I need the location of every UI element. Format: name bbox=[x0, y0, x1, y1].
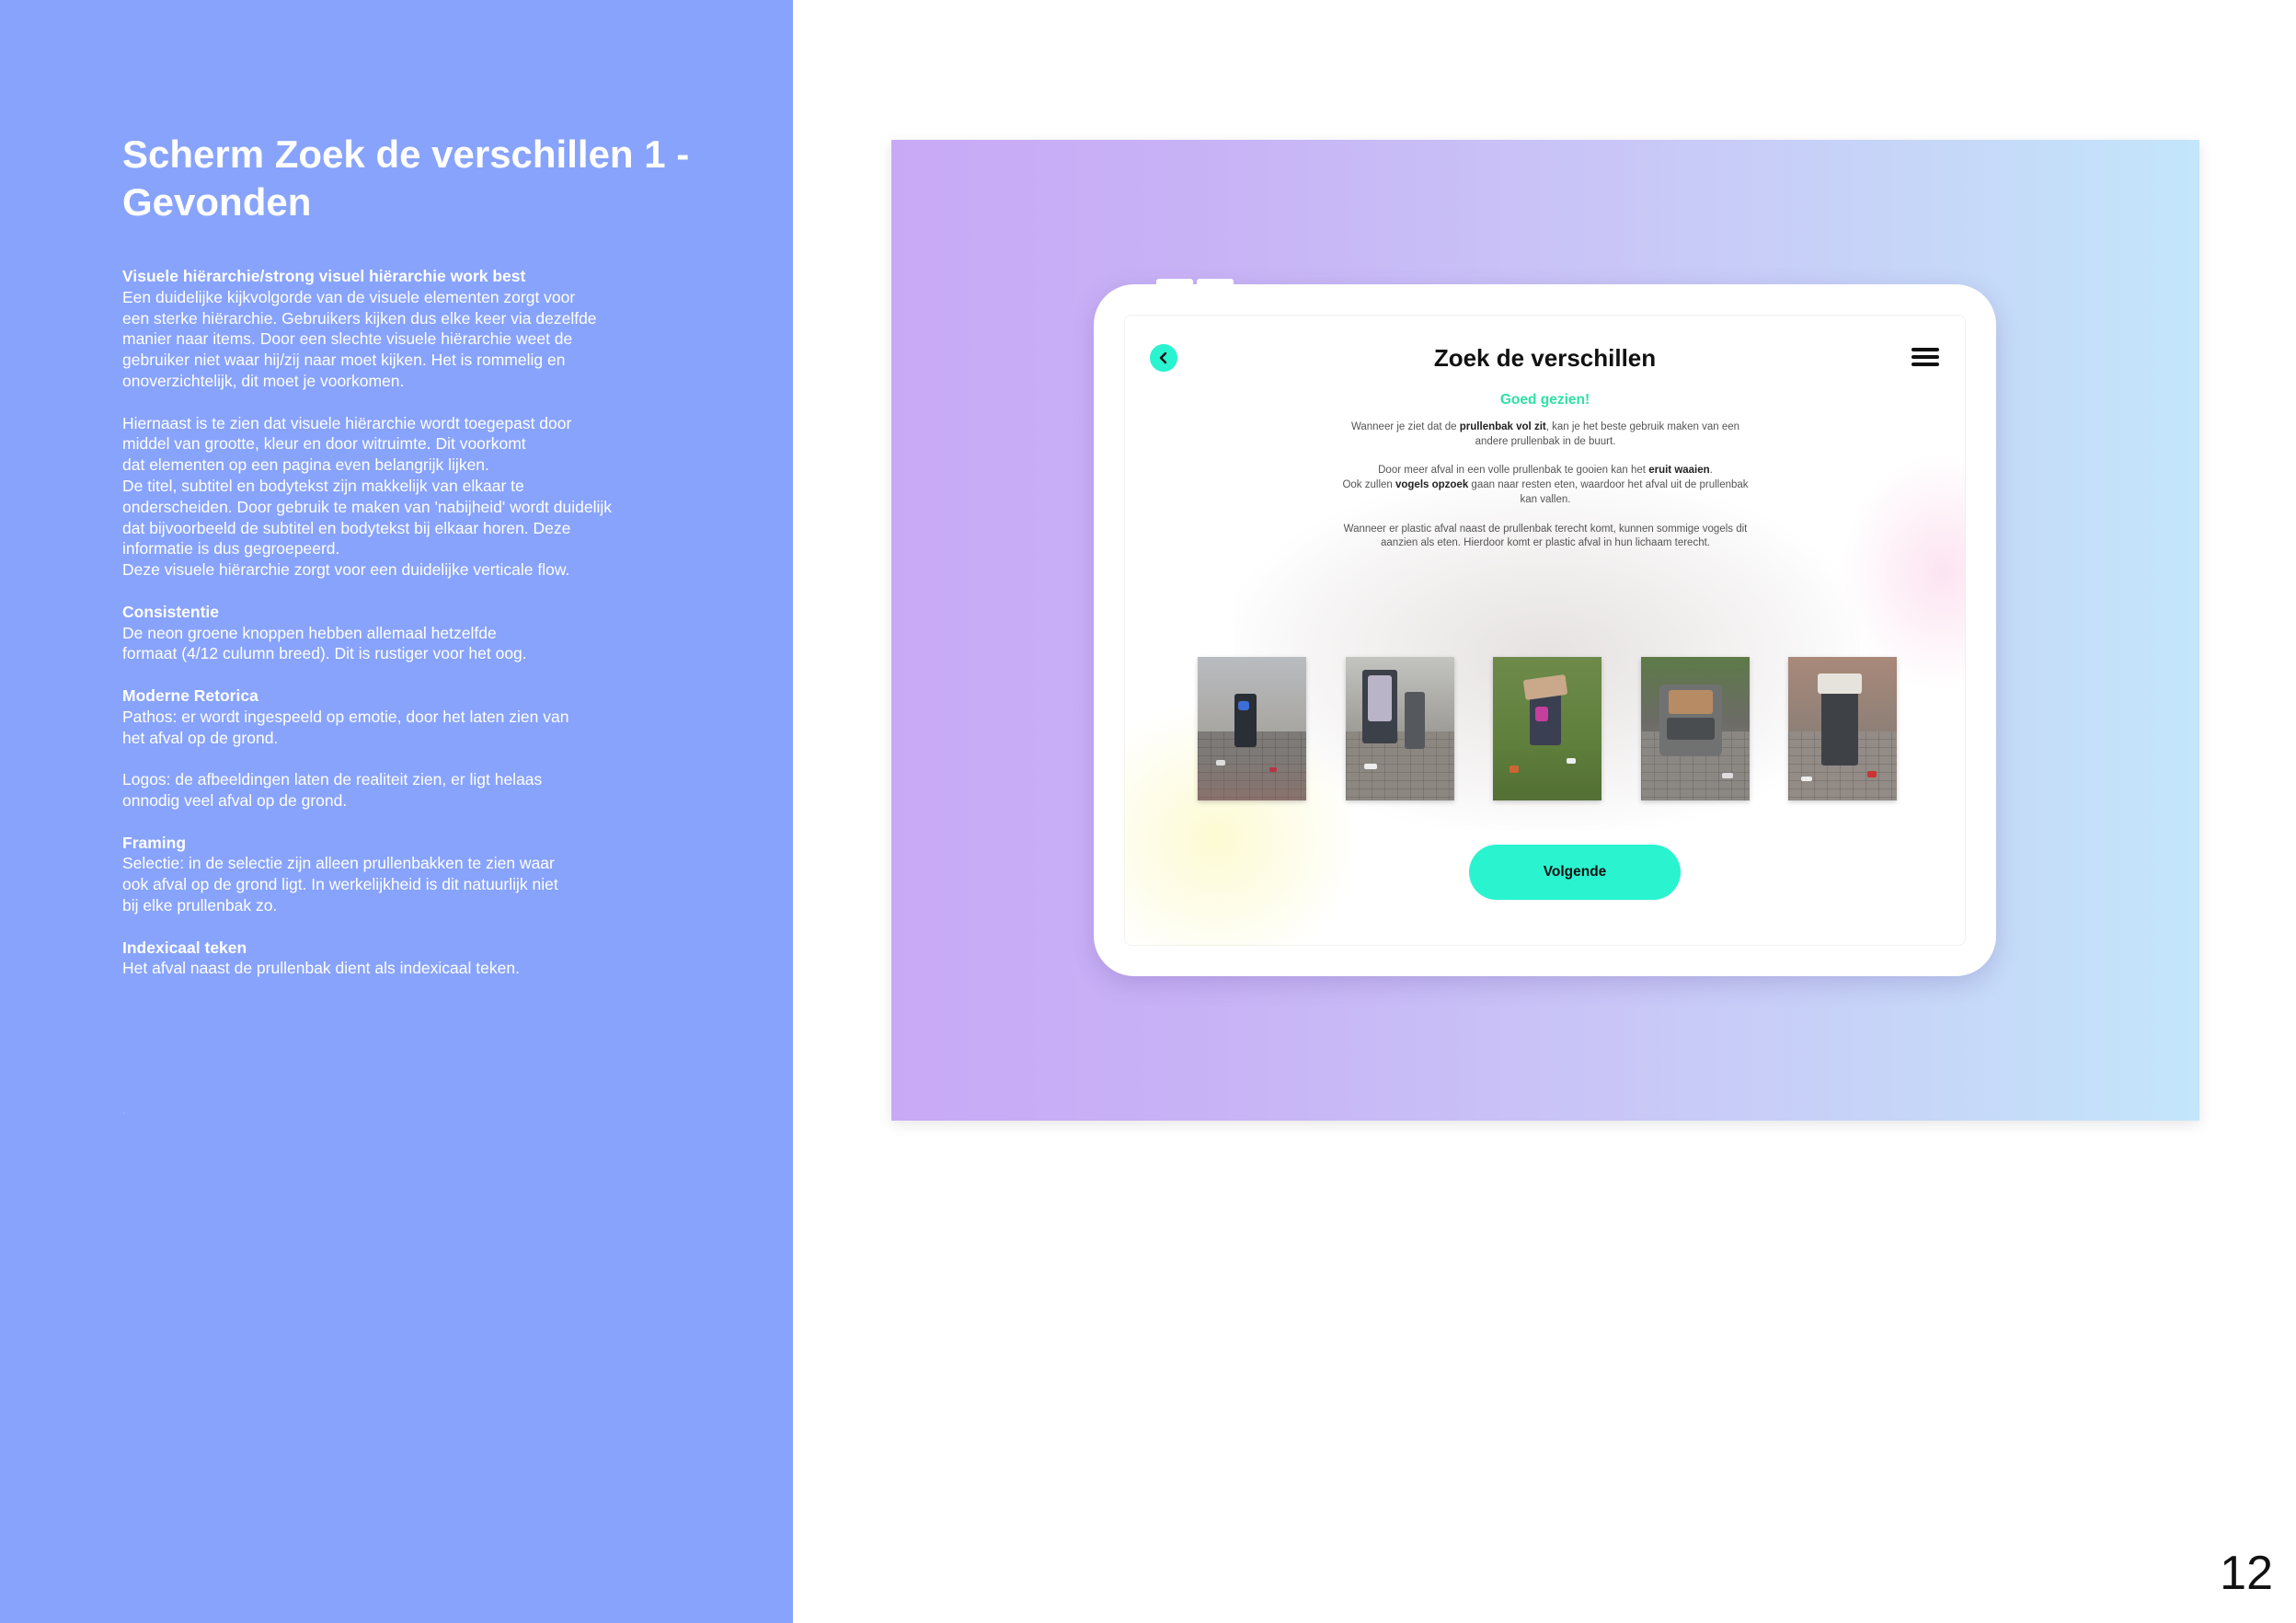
section-hierarchy-explanation: Hiernaast is te zien dat visuele hiërarc… bbox=[122, 413, 711, 581]
next-button[interactable]: Volgende bbox=[1469, 845, 1681, 900]
section-rhetoric-pathos: Moderne Retorica Pathos: er wordt ingesp… bbox=[122, 685, 711, 748]
section-heading: Framing bbox=[122, 833, 187, 852]
section-body: Het afval naast de prullenbak dient als … bbox=[122, 959, 520, 978]
tablet-volume-button bbox=[1156, 279, 1193, 284]
mockup-gradient-frame: Zoek de verschillen Goed gezien! Wanneer… bbox=[891, 140, 2199, 1121]
section-heading: Moderne Retorica bbox=[122, 685, 258, 705]
body-paragraph: Wanneer er plastic afval naast de prulle… bbox=[1343, 523, 1748, 549]
photo-bin-square[interactable] bbox=[1198, 657, 1306, 800]
tablet-device: Zoek de verschillen Goed gezien! Wanneer… bbox=[1094, 279, 1996, 976]
screen-title: Zoek de verschillen bbox=[1433, 344, 1657, 372]
photo-bin-grass-overflowing[interactable] bbox=[1493, 657, 1601, 800]
page-title: Scherm Zoek de verschillen 1 - Gevonden bbox=[122, 132, 690, 224]
section-visual-hierarchy: Visuele hiërarchie/strong visuel hiërarc… bbox=[122, 266, 711, 392]
hamburger-menu-icon[interactable] bbox=[1911, 348, 1939, 368]
section-consistency: Consistentie De neon groene knoppen hebb… bbox=[122, 602, 711, 664]
section-indexical-sign: Indexicaal teken Het afval naast de prul… bbox=[122, 938, 711, 980]
section-rhetoric-logos: Logos: de afbeeldingen laten de realitei… bbox=[122, 769, 711, 812]
photo-underground-container[interactable] bbox=[1640, 657, 1750, 800]
section-body: Een duidelijke kijkvolgorde van de visue… bbox=[122, 287, 597, 390]
section-body: Logos: de afbeeldingen laten de realitei… bbox=[122, 770, 543, 810]
section-heading: Visuele hiërarchie/strong visuel hiërarc… bbox=[122, 267, 526, 285]
body-paragraph: Wanneer je ziet dat de prullenbak vol zi… bbox=[1350, 421, 1740, 447]
section-body: Selectie: in de selectie zijn alleen pru… bbox=[122, 854, 558, 915]
body-paragraph: Door meer afval in een volle prullenbak … bbox=[1342, 465, 1749, 505]
page-number: 12 bbox=[2220, 1547, 2273, 1600]
section-body: Hiernaast is te zien dat visuele hiërarc… bbox=[122, 413, 612, 580]
background-glow bbox=[1842, 453, 1966, 692]
screen-body-text: Wanneer je ziet dat de prullenbak vol zi… bbox=[1338, 420, 1752, 566]
stray-mark: . bbox=[122, 1102, 126, 1117]
section-heading: Consistentie bbox=[122, 602, 220, 621]
photo-bin-sidewalk-overflowing[interactable] bbox=[1788, 657, 1897, 800]
photo-row bbox=[1198, 657, 1897, 802]
section-body: De neon groene knoppen hebben allemaal h… bbox=[122, 623, 527, 663]
screen-subtitle: Goed gezien! bbox=[1499, 392, 1590, 408]
notes: Visuele hiërarchie/strong visuel hiërarc… bbox=[122, 266, 711, 1000]
photo-bin-bus-shelter[interactable] bbox=[1345, 657, 1454, 800]
tablet-volume-button bbox=[1197, 279, 1234, 284]
section-body: Pathos: er wordt ingespeeld op emotie, d… bbox=[122, 707, 569, 747]
section-heading: Indexicaal teken bbox=[122, 938, 247, 957]
section-framing: Framing Selectie: in de selectie zijn al… bbox=[122, 833, 711, 916]
tablet-screen: Zoek de verschillen Goed gezien! Wanneer… bbox=[1124, 315, 1966, 946]
left-panel: Scherm Zoek de verschillen 1 - Gevonden … bbox=[0, 0, 793, 1623]
